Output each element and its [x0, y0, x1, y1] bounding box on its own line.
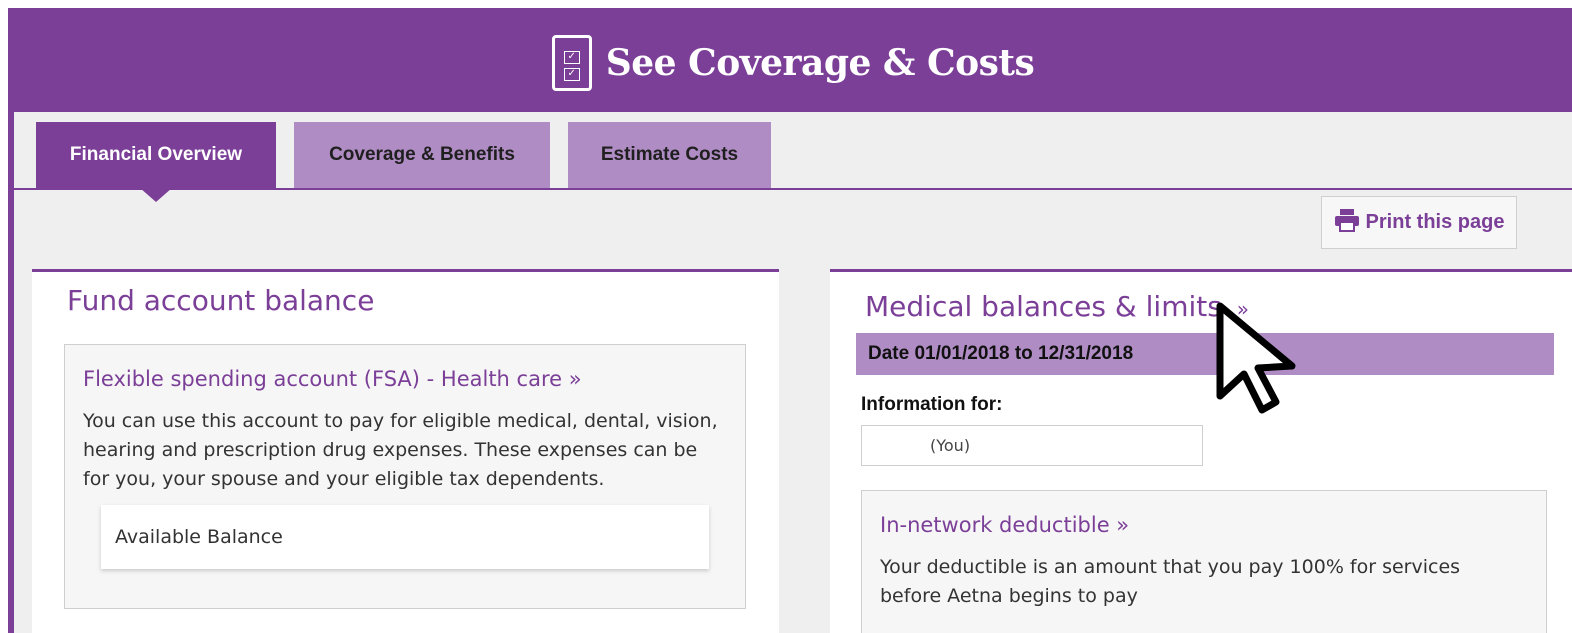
print-button[interactable]: Print this page: [1321, 196, 1517, 249]
clipboard-check-icon: ✓ ✓: [551, 35, 592, 91]
available-balance-box: Available Balance: [101, 505, 709, 569]
page-title: See Coverage & Costs: [605, 42, 1035, 84]
deductible-description: Your deductible is an amount that you pa…: [880, 556, 1461, 607]
tab-estimate-costs[interactable]: Estimate Costs: [568, 122, 771, 188]
tab-financial-overview[interactable]: Financial Overview: [36, 122, 276, 202]
tab-coverage-benefits[interactable]: Coverage & Benefits: [294, 122, 550, 188]
date-range-bar: Date 01/01/2018 to 12/31/2018: [856, 333, 1554, 375]
mouse-cursor-icon: [1210, 300, 1310, 420]
fund-balance-panel: Fund account balance Flexible spending a…: [32, 269, 779, 633]
deductible-card: In-network deductible » Your deductible …: [861, 490, 1547, 633]
app-frame: ✓ ✓ See Coverage & Costs Financial Overv…: [8, 8, 1572, 633]
tab-divider: [14, 188, 1572, 190]
information-for-label: Information for:: [861, 394, 1003, 415]
print-label: Print this page: [1365, 211, 1505, 233]
printer-icon: [1334, 208, 1360, 238]
medical-title-text[interactable]: Medical balances & limits: [865, 290, 1222, 323]
medical-balances-panel: Medical balances & limits » Date 01/01/2…: [830, 269, 1572, 633]
member-select[interactable]: (You): [861, 425, 1203, 466]
tab-bar: Financial Overview Coverage & Benefits E…: [36, 122, 789, 202]
fsa-description: You can use this account to pay for elig…: [83, 410, 718, 490]
deductible-link[interactable]: In-network deductible »: [880, 513, 1129, 537]
page-header: ✓ ✓ See Coverage & Costs: [14, 14, 1572, 112]
fsa-link[interactable]: Flexible spending account (FSA) - Health…: [83, 367, 582, 391]
medical-panel-title[interactable]: Medical balances & limits »: [865, 290, 1249, 323]
fund-panel-title: Fund account balance: [67, 284, 375, 317]
member-select-value: (You): [930, 436, 971, 455]
fsa-card: Flexible spending account (FSA) - Health…: [64, 344, 746, 609]
available-balance-label: Available Balance: [115, 526, 283, 548]
